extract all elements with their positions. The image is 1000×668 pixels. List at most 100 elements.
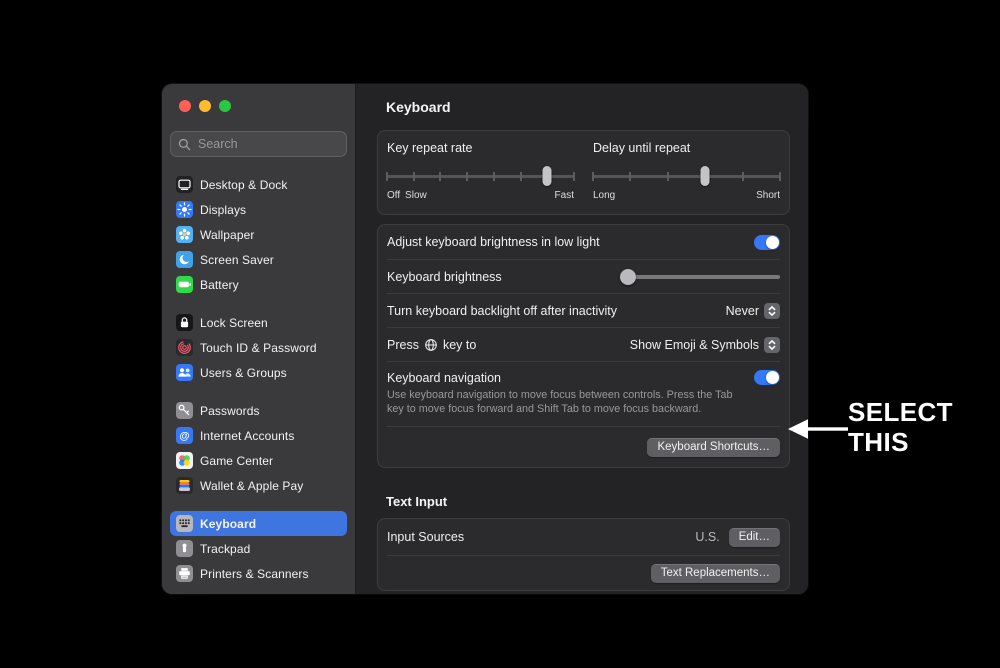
options-card: Adjust keyboard brightness in low light … <box>377 224 790 468</box>
zoom-button[interactable] <box>219 100 231 112</box>
sidebar-item-printers[interactable]: Printers & Scanners <box>170 561 347 586</box>
delay-label: Delay until repeat <box>593 141 780 155</box>
sidebar-item-keyboard[interactable]: Keyboard <box>170 511 347 536</box>
delay-slider-thumb[interactable] <box>701 166 710 186</box>
scale-long: Long <box>593 190 615 201</box>
sidebar-group-2: Lock Screen Touch ID & Password Users & … <box>170 310 347 385</box>
svg-text:@: @ <box>179 430 189 442</box>
backlight-off-dropdown[interactable]: Never <box>726 303 780 319</box>
sidebar-item-label: Printers & Scanners <box>200 567 309 581</box>
key-repeat-scale: Off Slow Fast <box>387 190 574 203</box>
globe-key-dropdown[interactable]: Show Emoji & Symbols <box>630 337 780 353</box>
game-center-icon <box>176 452 193 469</box>
key-repeat-label: Key repeat rate <box>387 141 574 155</box>
sidebar-group-3: Passwords @ Internet Accounts Game Cente… <box>170 398 347 498</box>
sidebar-item-label: Users & Groups <box>200 366 287 380</box>
low-light-toggle[interactable] <box>754 235 780 250</box>
globe-key-value: Show Emoji & Symbols <box>630 338 759 352</box>
input-sources-label: Input Sources <box>387 530 464 544</box>
lock-icon <box>176 314 193 331</box>
sidebar-item-wallpaper[interactable]: Wallpaper <box>170 222 347 247</box>
passwords-key-icon <box>176 402 193 419</box>
users-groups-icon <box>176 364 193 381</box>
annotation-arrow-icon <box>788 416 848 447</box>
sidebar-item-label: Trackpad <box>200 542 250 556</box>
minimize-button[interactable] <box>199 100 211 112</box>
displays-icon <box>176 201 193 218</box>
keyboard-navigation-description: Use keyboard navigation to move focus be… <box>387 388 739 416</box>
delay-scale: Long Short <box>593 190 780 203</box>
touch-id-icon <box>176 339 193 356</box>
sidebar-item-label: Lock Screen <box>200 316 268 330</box>
globe-key-label-suffix: key to <box>443 338 476 352</box>
input-sources-row: Input Sources U.S. Edit… <box>387 519 780 555</box>
sidebar-item-passwords[interactable]: Passwords <box>170 398 347 423</box>
system-settings-window: Desktop & Dock Displays Wallpaper Screen… <box>162 84 808 594</box>
delay-slider[interactable] <box>593 166 780 186</box>
battery-icon <box>176 276 193 293</box>
sidebar-item-label: Displays <box>200 203 246 217</box>
sidebar-item-desktop-dock[interactable]: Desktop & Dock <box>170 172 347 197</box>
screen-saver-icon <box>176 251 193 268</box>
globe-key-row: Press key to Show Emoji & Symbols <box>387 327 780 361</box>
sidebar-item-users-groups[interactable]: Users & Groups <box>170 360 347 385</box>
text-input-card: Input Sources U.S. Edit… Text Replacemen… <box>377 518 790 591</box>
text-input-heading: Text Input <box>386 494 790 509</box>
sidebar-item-label: Keyboard <box>200 517 256 531</box>
close-button[interactable] <box>179 100 191 112</box>
brightness-slider-thumb[interactable] <box>620 269 636 285</box>
internet-accounts-icon: @ <box>176 427 193 444</box>
sidebar-item-displays[interactable]: Displays <box>170 197 347 222</box>
sidebar-item-label: Desktop & Dock <box>200 178 287 192</box>
delay-group: Delay until repeat Long Short <box>593 141 780 203</box>
sidebar-item-label: Touch ID & Password <box>200 341 317 355</box>
sidebar-item-lock-screen[interactable]: Lock Screen <box>170 310 347 335</box>
wallpaper-icon <box>176 226 193 243</box>
sidebar-item-label: Wallet & Apple Pay <box>200 479 303 493</box>
chevron-up-down-icon <box>764 337 780 353</box>
search-icon <box>178 138 191 151</box>
scale-short: Short <box>756 190 780 201</box>
sidebar-item-internet-accounts[interactable]: @ Internet Accounts <box>170 423 347 448</box>
sidebar-item-battery[interactable]: Battery <box>170 272 347 297</box>
search-input[interactable] <box>196 136 339 152</box>
sidebar-item-label: Screen Saver <box>200 253 274 267</box>
sidebar-item-label: Game Center <box>200 454 273 468</box>
sidebar-item-wallet[interactable]: Wallet & Apple Pay <box>170 473 347 498</box>
sidebar-item-trackpad[interactable]: Trackpad <box>170 536 347 561</box>
brightness-row: Keyboard brightness <box>387 259 780 293</box>
brightness-slider[interactable] <box>620 269 780 285</box>
globe-icon <box>424 338 438 352</box>
sidebar: Desktop & Dock Displays Wallpaper Screen… <box>162 84 356 594</box>
edit-button[interactable]: Edit… <box>729 528 780 547</box>
sidebar-item-screen-saver[interactable]: Screen Saver <box>170 247 347 272</box>
text-replacements-button[interactable]: Text Replacements… <box>651 564 780 583</box>
annotation-line1: SELECT <box>848 397 953 427</box>
keyboard-navigation-label: Keyboard navigation <box>387 371 501 385</box>
repeat-card: Key repeat rate Off Slow Fast Delay unti… <box>377 130 790 215</box>
shortcuts-row: Keyboard Shortcuts… <box>387 426 780 467</box>
sidebar-nav: Desktop & Dock Displays Wallpaper Screen… <box>162 157 355 594</box>
sidebar-item-label: Passwords <box>200 404 260 418</box>
low-light-row: Adjust keyboard brightness in low light <box>387 225 780 259</box>
sidebar-item-touch-id[interactable]: Touch ID & Password <box>170 335 347 360</box>
sidebar-item-game-center[interactable]: Game Center <box>170 448 347 473</box>
keyboard-navigation-row: Keyboard navigation Use keyboard navigat… <box>387 361 780 426</box>
scale-fast: Fast <box>555 190 574 201</box>
sidebar-item-label: Battery <box>200 278 239 292</box>
keyboard-shortcuts-button[interactable]: Keyboard Shortcuts… <box>647 438 780 457</box>
sidebar-group-1: Desktop & Dock Displays Wallpaper Screen… <box>170 172 347 297</box>
key-repeat-slider-thumb[interactable] <box>543 166 552 186</box>
backlight-off-value: Never <box>726 304 759 318</box>
key-repeat-group: Key repeat rate Off Slow Fast <box>387 141 574 203</box>
keyboard-navigation-toggle[interactable] <box>754 370 780 385</box>
search-field[interactable] <box>170 131 347 157</box>
globe-key-label: Press key to <box>387 338 476 352</box>
backlight-off-row: Turn keyboard backlight off after inacti… <box>387 293 780 327</box>
annotation-select-this: SELECT THIS <box>848 397 953 457</box>
wallet-icon <box>176 477 193 494</box>
sidebar-group-4: Keyboard Trackpad Printers & Scanners <box>170 511 347 586</box>
text-replacements-row: Text Replacements… <box>387 555 780 590</box>
sidebar-item-label: Wallpaper <box>200 228 254 242</box>
key-repeat-slider[interactable] <box>387 166 574 186</box>
